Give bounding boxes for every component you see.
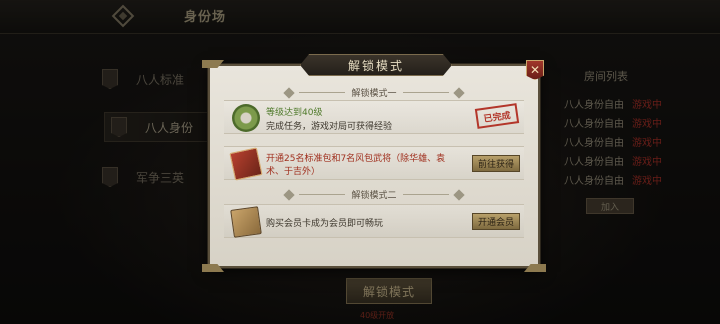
section-header-one: 解锁模式一	[210, 86, 538, 99]
frame-corner-ornament	[202, 264, 224, 272]
dialog-title: 解锁模式	[300, 54, 452, 76]
task-title: 等级达到40级	[266, 108, 323, 118]
task-description: 完成任务，游戏对局可获得经验	[266, 122, 393, 132]
open-membership-button[interactable]: 开通会员	[472, 213, 520, 230]
membership-card-icon	[230, 206, 262, 238]
jade-disc-icon	[232, 104, 260, 132]
divider-line	[402, 92, 449, 93]
completed-stamp: 已完成	[474, 103, 520, 129]
unlock-mode-dialog: 解锁模式 ✕ 解锁模式一 等级达到40级 完成任务，游戏对局可获得经验 已完成 …	[202, 54, 541, 268]
close-icon: ✕	[529, 63, 541, 77]
section-label: 解锁模式一	[351, 89, 397, 99]
diamond-ornament-icon	[283, 86, 296, 99]
diamond-ornament-icon	[452, 188, 465, 201]
diamond-ornament-icon	[283, 188, 296, 201]
task-membership: 购买会员卡成为会员即可畅玩 开通会员	[224, 204, 524, 238]
divider-line	[299, 194, 346, 195]
general-token-icon	[229, 147, 263, 181]
task-level-40: 等级达到40级 完成任务，游戏对局可获得经验 已完成	[224, 100, 524, 134]
frame-corner-ornament	[202, 60, 224, 68]
section-label: 解锁模式二	[351, 191, 397, 201]
diamond-ornament-icon	[452, 86, 465, 99]
task-description: 购买会员卡成为会员即可畅玩	[266, 219, 384, 229]
divider-line	[402, 194, 449, 195]
task-unlock-generals: 开通25名标准包和7名风包武将（除华雄、袁术、于吉外） 前往获得	[224, 146, 524, 181]
divider-line	[299, 92, 346, 93]
section-header-two: 解锁模式二	[210, 188, 538, 201]
go-obtain-button[interactable]: 前往获得	[472, 155, 520, 172]
task-description: 开通25名标准包和7名风包武将（除华雄、袁术、于吉外）	[266, 154, 446, 177]
